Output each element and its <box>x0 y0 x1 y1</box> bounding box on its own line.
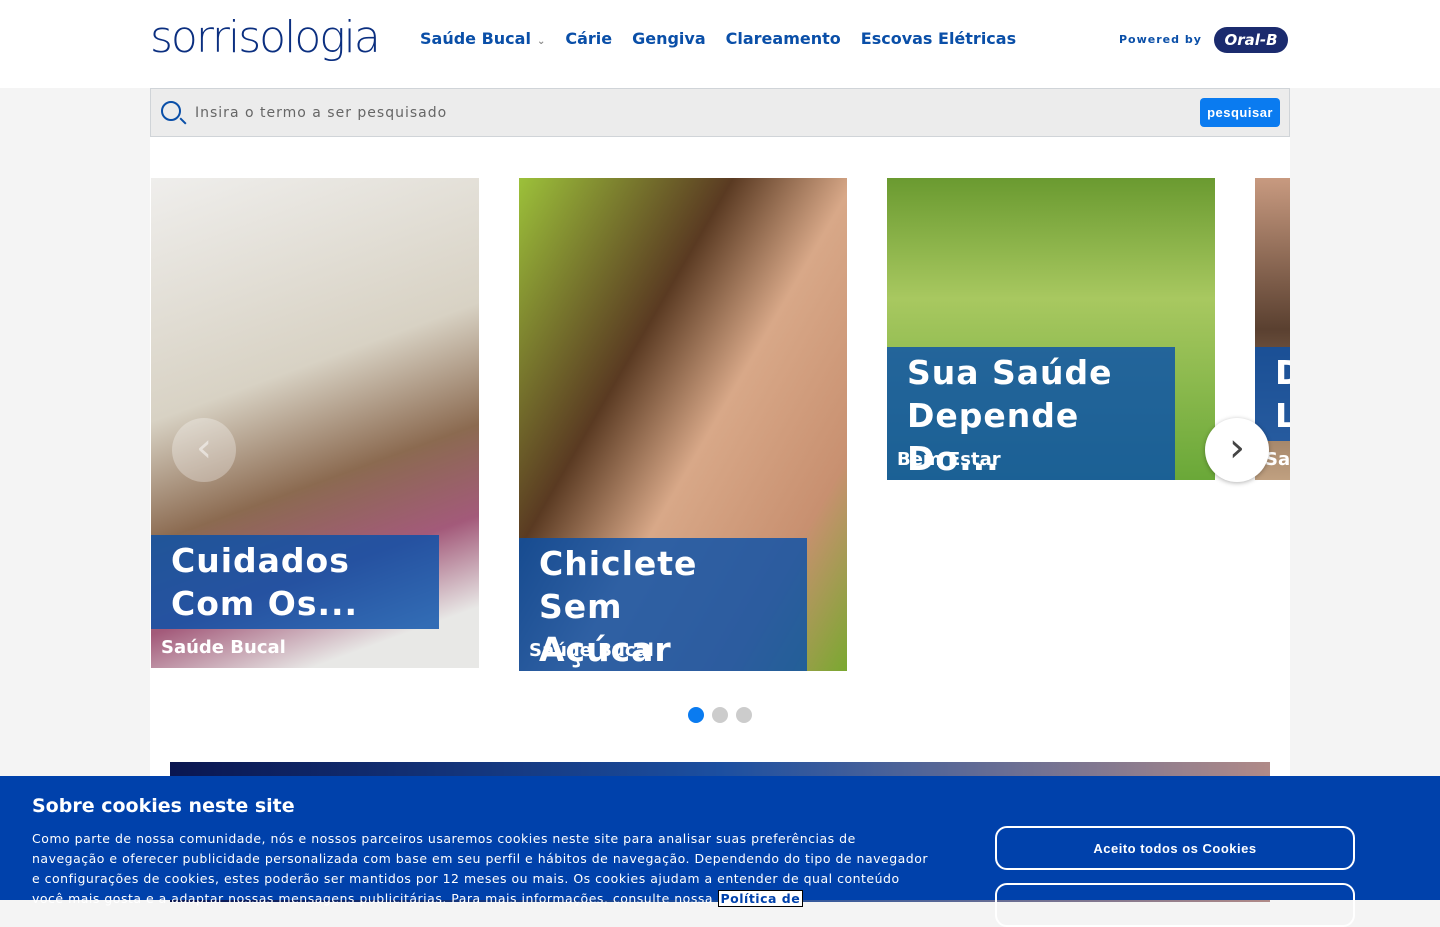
privacy-policy-link[interactable]: Política de <box>717 890 804 907</box>
article-card[interactable]: Sua Saúde Depende Do... Bem Estar <box>887 178 1215 480</box>
cookie-title: Sobre cookies neste site <box>32 795 295 817</box>
chevron-down-icon: ⌄ <box>536 36 546 47</box>
search-input[interactable] <box>195 101 1095 125</box>
search-icon <box>161 101 181 121</box>
main-nav: Saúde Bucal ⌄ Cárie Gengiva Clareamento E… <box>420 29 1016 48</box>
nav-saude-bucal[interactable]: Saúde Bucal ⌄ <box>420 29 545 48</box>
article-card[interactable]: Chiclete SemAçúcar Não... Saúde Bucal <box>519 178 847 671</box>
card-title: Sua Saúde <box>907 353 1113 392</box>
carousel-prev-button[interactable]: ‹ <box>172 418 236 482</box>
card-category: Saúde Bucal <box>529 640 654 661</box>
page-dot-1[interactable] <box>688 707 704 723</box>
page-dot-2[interactable] <box>712 707 728 723</box>
cookie-settings-button[interactable] <box>995 883 1355 927</box>
nav-label: Saúde Bucal <box>420 29 531 48</box>
card-category: Bem Estar <box>897 449 1001 470</box>
oral-b-logo[interactable]: Oral-B <box>1214 27 1288 53</box>
nav-gengiva[interactable]: Gengiva <box>632 29 706 48</box>
nav-clareamento[interactable]: Clareamento <box>726 29 841 48</box>
nav-carie[interactable]: Cárie <box>565 29 612 48</box>
search-button[interactable]: pesquisar <box>1200 98 1280 127</box>
accept-cookies-button[interactable]: Aceito todos os Cookies <box>995 826 1355 870</box>
carousel-next-button[interactable]: › <box>1205 418 1269 482</box>
cookie-text: Como parte de nossa comunidade, nós e no… <box>32 829 932 909</box>
page-dot-3[interactable] <box>736 707 752 723</box>
card-category: Saúde Bucal <box>161 637 286 658</box>
search-bar: pesquisar <box>150 88 1290 137</box>
card-title: Chiclete Sem <box>539 544 698 626</box>
logo[interactable]: sorrisologia <box>150 12 381 63</box>
nav-escovas[interactable]: Escovas Elétricas <box>861 29 1016 48</box>
powered-by: Powered by <box>1119 33 1202 46</box>
cookie-banner: Sobre cookies neste site Como parte de n… <box>0 776 1440 927</box>
card-title: L <box>1275 396 1290 435</box>
card-title: Com Os... <box>171 584 359 623</box>
card-title: D <box>1275 353 1290 392</box>
carousel-pagination <box>688 707 752 723</box>
card-title: Cuidados <box>171 541 350 580</box>
article-carousel: Cuidados Com Os... Saúde Bucal Chiclete S… <box>150 178 1290 678</box>
header: sorrisologia Saúde Bucal ⌄ Cárie Gengiva … <box>0 0 1440 88</box>
